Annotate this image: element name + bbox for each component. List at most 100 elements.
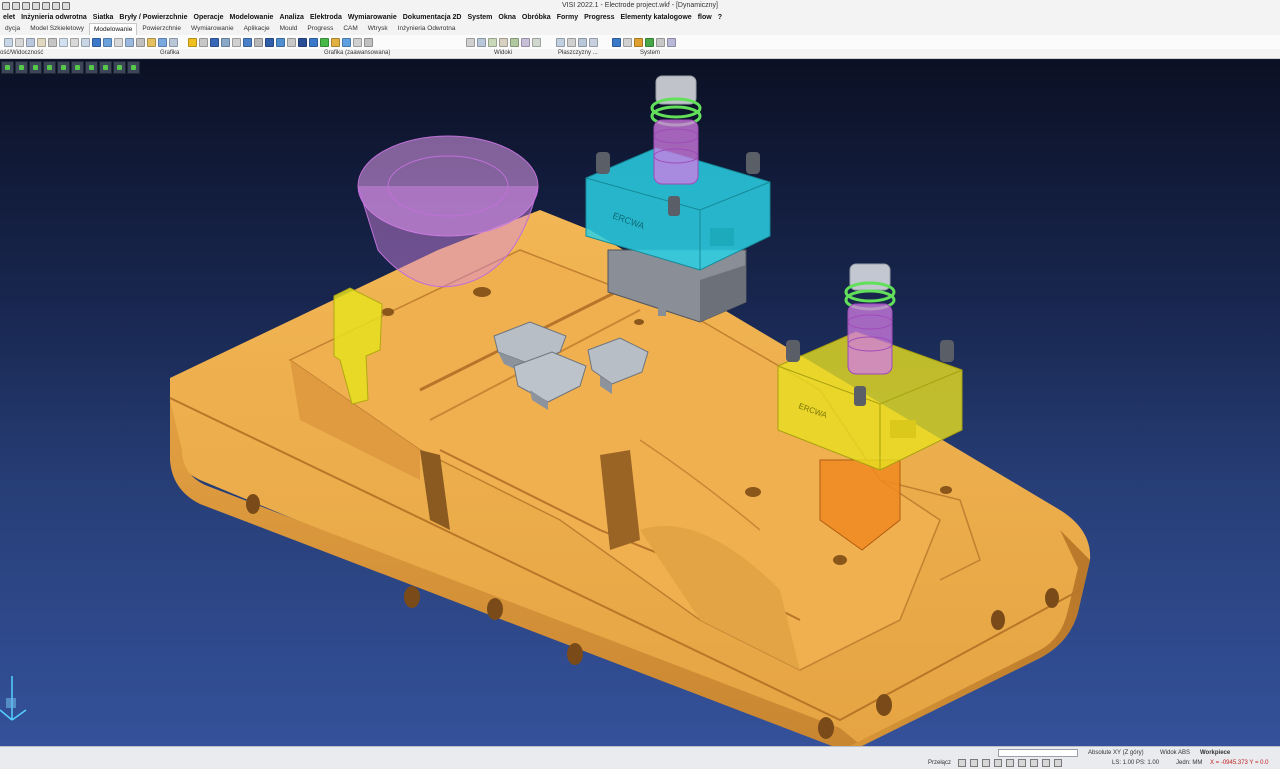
measure-icon[interactable]: [364, 37, 373, 47]
ribbon-toolbar: [0, 35, 1280, 49]
plane-edit-icon[interactable]: [567, 37, 576, 47]
snap-icon[interactable]: [958, 759, 966, 767]
menu-item[interactable]: System: [465, 12, 496, 23]
tab-progress[interactable]: Progress: [302, 22, 338, 35]
zoom-icon[interactable]: [265, 37, 274, 47]
menu-item[interactable]: Okna: [495, 12, 519, 23]
view-cube-icon[interactable]: [210, 37, 219, 47]
monitor-icon[interactable]: [612, 37, 621, 47]
shield-icon[interactable]: [309, 37, 318, 47]
coordinates-readout: X = -0945.373 Y = 0.0: [1210, 760, 1269, 766]
fit-icon[interactable]: [276, 37, 285, 47]
tab-wtrysk[interactable]: Wtrysk: [363, 22, 393, 35]
rotate-icon[interactable]: [298, 37, 307, 47]
wireframe-icon[interactable]: [103, 37, 112, 47]
render-icon[interactable]: [169, 37, 178, 47]
layer-status-icon[interactable]: [1006, 759, 1014, 767]
ribbon-group-labels: ość/Widoczność Grafika Grafika (zaawanso…: [0, 49, 1280, 59]
menu-item[interactable]: Obróbka: [519, 12, 554, 23]
refresh-icon[interactable]: [1042, 759, 1050, 767]
isolate-icon[interactable]: [70, 37, 79, 47]
layer-icon[interactable]: [26, 37, 35, 47]
graphics-tools: [92, 37, 178, 47]
cyan-electrode-holder[interactable]: ERCWA: [585, 75, 771, 323]
section-icon[interactable]: [199, 37, 208, 47]
settings-icon[interactable]: [353, 37, 362, 47]
ortho-icon[interactable]: [982, 759, 990, 767]
tab-mould[interactable]: Mould: [275, 22, 303, 35]
tab-inzynieria-odwrotna[interactable]: Inżynieria Odwrotna: [393, 22, 461, 35]
camera-icon[interactable]: [243, 37, 252, 47]
edges-icon[interactable]: [125, 37, 134, 47]
question-icon[interactable]: [994, 759, 1002, 767]
info-icon[interactable]: [667, 37, 676, 47]
command-input[interactable]: [998, 749, 1078, 757]
view-top-icon[interactable]: [466, 37, 475, 47]
advanced-graphics-tools: [188, 37, 373, 47]
config-icon[interactable]: [656, 37, 665, 47]
view-side-icon[interactable]: [488, 37, 497, 47]
color-icon[interactable]: [1030, 759, 1038, 767]
hide-icon[interactable]: [15, 37, 24, 47]
filter-icon[interactable]: [37, 37, 46, 47]
help-icon[interactable]: [645, 37, 654, 47]
workpiece-readout[interactable]: Workpiece: [1200, 749, 1230, 758]
menu-item[interactable]: flow: [695, 12, 715, 23]
axis-triad-icon[interactable]: [0, 676, 27, 721]
plane-list-icon[interactable]: [578, 37, 587, 47]
tab-powierzchnie[interactable]: Powierzchnie: [137, 22, 186, 35]
sphere-icon[interactable]: [331, 37, 340, 47]
grid-toggle-icon[interactable]: [1054, 759, 1062, 767]
viewport-3d[interactable]: ERCWA ERCWA: [0, 60, 1280, 746]
group-label-visibility: ość/Widoczność: [0, 50, 44, 56]
ribbon-tabs: dycja Model Szkieletowy Modelowanie Powi…: [0, 23, 1280, 35]
menu-item[interactable]: Progress: [581, 12, 617, 23]
switch-label[interactable]: Przełącz: [928, 759, 951, 768]
material-icon[interactable]: [147, 37, 156, 47]
shade-icon[interactable]: [92, 37, 101, 47]
show-icon[interactable]: [4, 37, 13, 47]
colors-icon[interactable]: [634, 37, 643, 47]
plane-icon[interactable]: [556, 37, 565, 47]
highlight-icon[interactable]: [188, 37, 197, 47]
view-iso-icon[interactable]: [499, 37, 508, 47]
menu-item[interactable]: ?: [715, 12, 725, 23]
clip-icon[interactable]: [221, 37, 230, 47]
tab-cam[interactable]: CAM: [338, 22, 362, 35]
tab-modelowanie[interactable]: Modelowanie: [89, 23, 138, 35]
units-readout: Jedn: MM: [1176, 760, 1203, 766]
light-icon[interactable]: [158, 37, 167, 47]
view-front-icon[interactable]: [477, 37, 486, 47]
explode-icon[interactable]: [232, 37, 241, 47]
pan-icon[interactable]: [287, 37, 296, 47]
group-icon[interactable]: [59, 37, 68, 47]
options-icon[interactable]: [623, 37, 632, 47]
system-tools: [612, 37, 676, 47]
transparency-icon[interactable]: [136, 37, 145, 47]
view-tree-icon[interactable]: [510, 37, 519, 47]
tab-edycja[interactable]: dycja: [0, 22, 25, 35]
globe-icon[interactable]: [320, 37, 329, 47]
window-title: VISI 2022.1 - Electrode project.wkf - [D…: [561, 2, 718, 9]
grid-snap-icon[interactable]: [970, 759, 978, 767]
menu-item[interactable]: Formy: [554, 12, 581, 23]
planet-icon[interactable]: [342, 37, 351, 47]
unhide-icon[interactable]: [81, 37, 90, 47]
plane-origin-icon[interactable]: [589, 37, 598, 47]
view-readout[interactable]: Widok ABS: [1160, 749, 1190, 758]
tab-model-szkieletowy[interactable]: Model Szkieletowy: [25, 22, 89, 35]
status-icons: [958, 759, 1062, 767]
hidden-line-icon[interactable]: [114, 37, 123, 47]
group-label-graphics: Grafika: [160, 50, 180, 56]
status-bar: Absolute XY (Z góry) Widok ABS Workpiece…: [0, 746, 1280, 769]
select-icon[interactable]: [48, 37, 57, 47]
tab-wymiarowanie[interactable]: Wymiarowanie: [186, 22, 239, 35]
view-custom-icon[interactable]: [521, 37, 530, 47]
menu-item[interactable]: Elementy katalogowe: [617, 12, 694, 23]
plane-readout[interactable]: Absolute XY (Z góry): [1088, 749, 1144, 758]
view-save-icon[interactable]: [532, 37, 541, 47]
menu-item[interactable]: Siatka: [90, 12, 117, 23]
tab-aplikacje[interactable]: Aplikacje: [239, 22, 275, 35]
grid-icon[interactable]: [254, 37, 263, 47]
entity-icon[interactable]: [1018, 759, 1026, 767]
